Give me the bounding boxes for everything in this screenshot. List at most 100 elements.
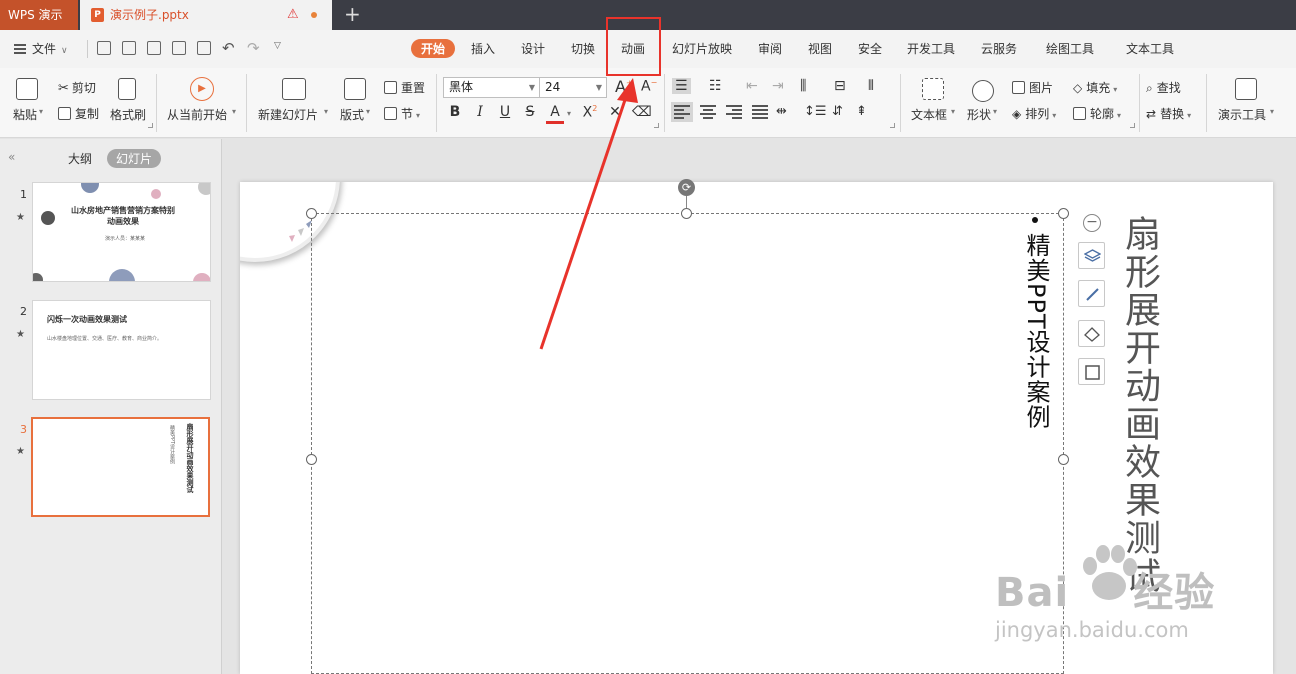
increase-indent-icon[interactable]: ⇥ [772, 78, 784, 94]
picture-button[interactable]: 图片 [1012, 79, 1053, 96]
fill-button[interactable]: ◇ 填充 ▾ [1073, 79, 1117, 96]
text-direction-icon[interactable]: ⊟ [834, 78, 846, 94]
tab-review[interactable]: 审阅 [758, 40, 782, 57]
tab-transition[interactable]: 切换 [571, 40, 595, 57]
cut-button[interactable]: ✂ 剪切 [58, 79, 96, 96]
tab-home[interactable]: 开始 [411, 39, 456, 58]
collapse-toolbar-button[interactable]: − [1083, 214, 1101, 232]
tab-slideshow[interactable]: 幻灯片放映 [672, 40, 732, 57]
tab-outline[interactable]: 大纲 [68, 150, 92, 167]
tab-cloud[interactable]: 云服务 [981, 40, 1017, 57]
redo-icon[interactable]: ↷ [247, 39, 260, 57]
tab-insert[interactable]: 插入 [471, 40, 495, 57]
outline-button[interactable]: 轮廓 ▾ [1073, 105, 1121, 122]
divider [156, 74, 157, 132]
align-text-icon[interactable]: ⫴ [868, 78, 874, 94]
ribbon-toolbar: 粘贴 ▾ ✂ 剪切 复制 格式刷 ▶ 从当前开始 ▾ 新建幻灯片 ▾ 版式 ▾ 重… [0, 68, 1296, 138]
underline-button[interactable]: U [496, 104, 514, 120]
resize-handle[interactable] [306, 454, 317, 465]
replace-button[interactable]: ⇄ 替换 ▾ [1146, 105, 1191, 122]
slide-subtitle[interactable]: 精美PPT设计案例 [1019, 233, 1054, 430]
app-tab[interactable]: WPS 演示 [0, 0, 78, 30]
superscript-button[interactable]: X2 [581, 104, 599, 121]
chevron-down-icon: ▾ [416, 111, 421, 120]
paragraph-settings-icon[interactable]: ⇞ [856, 104, 867, 119]
find-button[interactable]: ⌕ 查找 [1146, 79, 1181, 96]
rotate-handle[interactable]: ⟳ [678, 179, 695, 196]
paragraph-spacing-icon[interactable]: ⇵ [832, 104, 843, 119]
tab-text-tools[interactable]: 文本工具 [1126, 40, 1174, 57]
group-expand-icon[interactable] [148, 123, 153, 128]
tab-developer[interactable]: 开发工具 [907, 40, 955, 57]
shrink-font-button[interactable]: A− [641, 78, 657, 95]
slide-thumbnail-3[interactable]: 扇形展开动画效果测试 精美PPT设计案例 [31, 417, 210, 517]
distribute-icon[interactable]: ⇹ [776, 104, 787, 119]
textbox-selection[interactable] [311, 213, 1064, 674]
tab-design[interactable]: 设计 [521, 40, 545, 57]
strikethrough-button[interactable]: S [521, 104, 539, 120]
file-menu-button[interactable]: 文件 ∨ [14, 40, 68, 57]
bold-button[interactable]: B [446, 104, 464, 120]
font-color-button[interactable]: A [546, 104, 564, 124]
chevron-down-icon: ∨ [61, 46, 68, 56]
numbered-list-icon[interactable]: ☷ [709, 78, 722, 94]
bullet-list-icon[interactable]: ☰ [672, 78, 691, 94]
tab-drawing-tools[interactable]: 绘图工具 [1046, 40, 1094, 57]
resize-handle[interactable] [1058, 454, 1069, 465]
copy-button[interactable]: 复制 [58, 105, 99, 122]
justify-icon[interactable] [752, 105, 768, 119]
line-spacing-icon[interactable]: ↕☰ [804, 104, 827, 119]
paste-icon [16, 78, 38, 100]
fill-button[interactable] [1078, 320, 1105, 347]
arrange-button[interactable]: ◈ 排列 ▾ [1012, 105, 1056, 122]
save-icon[interactable] [122, 41, 136, 55]
tab-security[interactable]: 安全 [858, 40, 882, 57]
copy-label: 复制 [75, 107, 100, 121]
italic-button[interactable]: I [471, 104, 489, 120]
font-size-select[interactable]: 24 ▼ [539, 77, 607, 98]
print-preview-icon[interactable] [197, 41, 211, 55]
font-name-select[interactable]: 黑体 ▼ [443, 77, 540, 98]
resize-handle[interactable] [1058, 208, 1069, 219]
tab-view[interactable]: 视图 [808, 40, 832, 57]
group-expand-icon[interactable] [1130, 123, 1135, 128]
slide-number: 3 [20, 423, 27, 436]
pen-button[interactable] [1078, 280, 1105, 307]
decor-circle [198, 183, 210, 195]
collapse-panel-icon[interactable]: « [8, 150, 15, 164]
hamburger-icon [14, 44, 26, 54]
align-center-icon[interactable] [700, 105, 716, 119]
new-tab-button[interactable]: + [344, 0, 361, 29]
outline-button[interactable] [1078, 358, 1105, 385]
column-icon[interactable]: ⫼ [800, 78, 806, 94]
layers-button[interactable] [1078, 242, 1105, 269]
resize-handle[interactable] [681, 208, 692, 219]
decrease-indent-icon[interactable]: ⇤ [746, 78, 758, 94]
align-right-icon[interactable] [726, 105, 742, 119]
print-icon[interactable] [172, 41, 186, 55]
group-expand-icon[interactable] [654, 123, 659, 128]
export-pdf-icon[interactable] [147, 41, 161, 55]
slide-thumbnail-2[interactable]: 闪烁一次动画效果测试 山水楼盘地理位置、交通、医疗、教育、商业简介。 [32, 300, 211, 400]
animation-star-icon: ★ [16, 329, 25, 340]
open-folder-icon[interactable] [97, 41, 111, 55]
slide-title[interactable]: 扇形展开动画效果测试 [1113, 215, 1165, 595]
picture-icon [1012, 81, 1025, 94]
clear-format-icon[interactable]: ✕ [606, 104, 624, 120]
play-icon: ▶ [190, 77, 214, 101]
resize-handle[interactable] [306, 208, 317, 219]
reset-button[interactable]: 重置 [384, 79, 425, 96]
tab-slides[interactable]: 幻灯片 [107, 149, 162, 168]
document-tab[interactable]: P 演示例子.pptx ⚠ [80, 0, 332, 30]
undo-icon[interactable]: ↶ [222, 39, 235, 57]
section-button[interactable]: 节 ▾ [384, 105, 420, 122]
fill-label: 填充 [1086, 81, 1111, 95]
picture-label: 图片 [1029, 81, 1054, 95]
outline-icon [1073, 107, 1086, 120]
eraser-icon[interactable]: ⌫ [632, 104, 652, 120]
slide-thumbnail-1[interactable]: 山水房地产销售营销方案特别动画效果 演示人员：某某某 [32, 182, 211, 282]
group-expand-icon[interactable] [890, 123, 895, 128]
align-left-icon[interactable] [671, 102, 693, 122]
grow-font-button[interactable]: A+ [615, 77, 633, 96]
customize-quickbar-icon[interactable]: ▽ [274, 41, 281, 51]
